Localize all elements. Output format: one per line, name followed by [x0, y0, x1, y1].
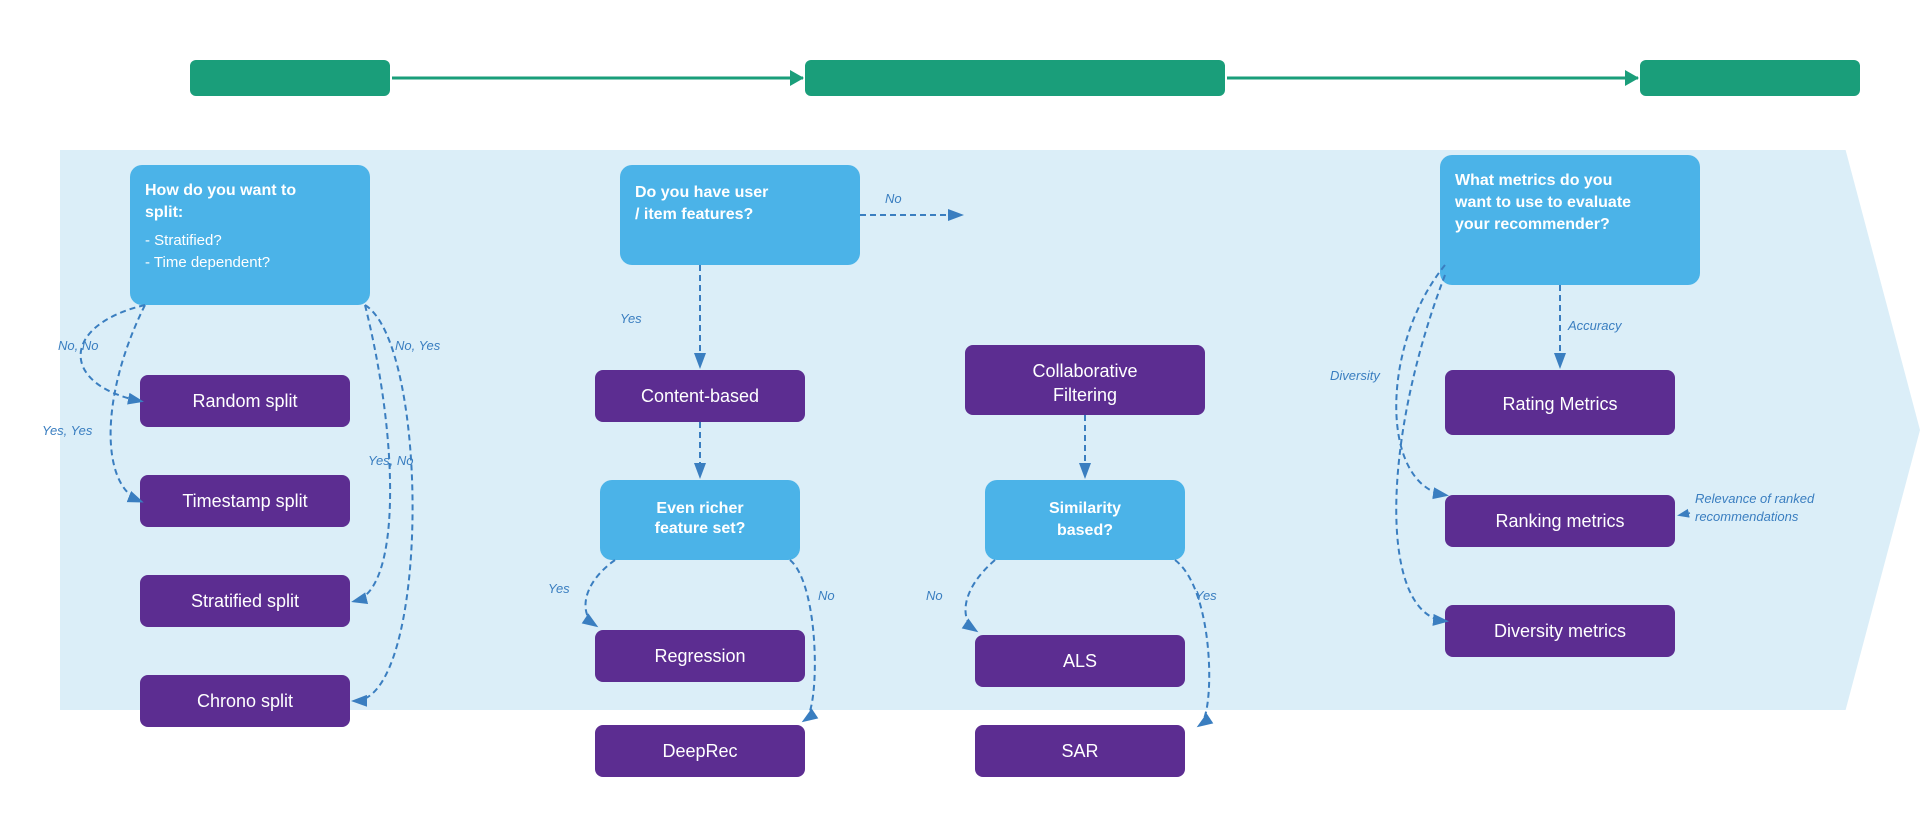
svg-text:/ item features?: / item features?	[635, 206, 753, 223]
pipeline-box-data	[190, 60, 390, 96]
svg-text:Relevance of ranked: Relevance of ranked	[1695, 491, 1815, 506]
arrow-side-note	[1680, 513, 1690, 515]
svg-text:How do you want to: How do you want to	[145, 182, 296, 199]
svg-text:Do you have user: Do you have user	[635, 184, 768, 201]
svg-text:Timestamp split: Timestamp split	[182, 491, 307, 511]
svg-text:based?: based?	[1057, 522, 1113, 539]
svg-text:- Stratified?: - Stratified?	[145, 232, 222, 249]
svg-text:Filtering: Filtering	[1053, 385, 1117, 405]
svg-text:Yes: Yes	[620, 311, 642, 326]
svg-text:Yes: Yes	[548, 581, 570, 596]
diagram-svg: How do you want to split: - Stratified? …	[0, 145, 1920, 825]
svg-text:ALS: ALS	[1063, 651, 1097, 671]
svg-text:Diversity metrics: Diversity metrics	[1494, 621, 1626, 641]
svg-text:feature set?: feature set?	[655, 520, 746, 537]
arrow-diversity	[1396, 265, 1445, 495]
svg-text:Accuracy: Accuracy	[1567, 318, 1623, 333]
svg-text:Stratified split: Stratified split	[191, 591, 299, 611]
svg-text:No, Yes: No, Yes	[395, 338, 441, 353]
svg-text:Random split: Random split	[192, 391, 297, 411]
similarity-based-box	[985, 480, 1185, 560]
svg-text:want to use to evaluate: want to use to evaluate	[1454, 194, 1631, 211]
svg-text:No: No	[885, 191, 902, 206]
pipeline-arrow-2	[1227, 77, 1638, 80]
svg-text:Similarity: Similarity	[1049, 500, 1121, 517]
svg-text:recommendations: recommendations	[1695, 509, 1799, 524]
svg-text:Rating Metrics: Rating Metrics	[1502, 394, 1617, 414]
svg-text:DeepRec: DeepRec	[662, 741, 737, 761]
arrow-no-yes	[355, 305, 413, 701]
pipeline-box-evaluator	[1640, 60, 1860, 96]
svg-text:Collaborative: Collaborative	[1032, 361, 1137, 381]
pipeline-arrow-1	[392, 77, 803, 80]
svg-text:Chrono split: Chrono split	[197, 691, 293, 711]
svg-text:No: No	[818, 588, 835, 603]
svg-text:No, No: No, No	[58, 338, 98, 353]
svg-text:- Time dependent?: - Time dependent?	[145, 254, 270, 271]
svg-text:your recommender?: your recommender?	[1455, 216, 1610, 233]
svg-text:Diversity: Diversity	[1330, 368, 1381, 383]
svg-text:split:: split:	[145, 204, 183, 221]
pipeline-box-recommender	[805, 60, 1225, 96]
svg-text:Content-based: Content-based	[641, 386, 759, 406]
svg-text:Ranking metrics: Ranking metrics	[1495, 511, 1624, 531]
svg-text:Regression: Regression	[654, 646, 745, 666]
arrow-diversity2	[1396, 275, 1445, 621]
svg-text:SAR: SAR	[1061, 741, 1098, 761]
svg-text:Yes, Yes: Yes, Yes	[42, 423, 93, 438]
arrow-no-als	[965, 560, 995, 630]
arrow-yes-yes	[111, 305, 145, 501]
svg-text:Yes: Yes	[1195, 588, 1217, 603]
svg-text:Even richer: Even richer	[656, 500, 743, 517]
arrow-yes-regression	[585, 560, 615, 625]
svg-text:What metrics do you: What metrics do you	[1455, 172, 1612, 189]
arrow-no-no	[81, 305, 145, 401]
pipeline-row	[60, 60, 1860, 96]
svg-text:No: No	[926, 588, 943, 603]
svg-text:Yes, No: Yes, No	[368, 453, 414, 468]
